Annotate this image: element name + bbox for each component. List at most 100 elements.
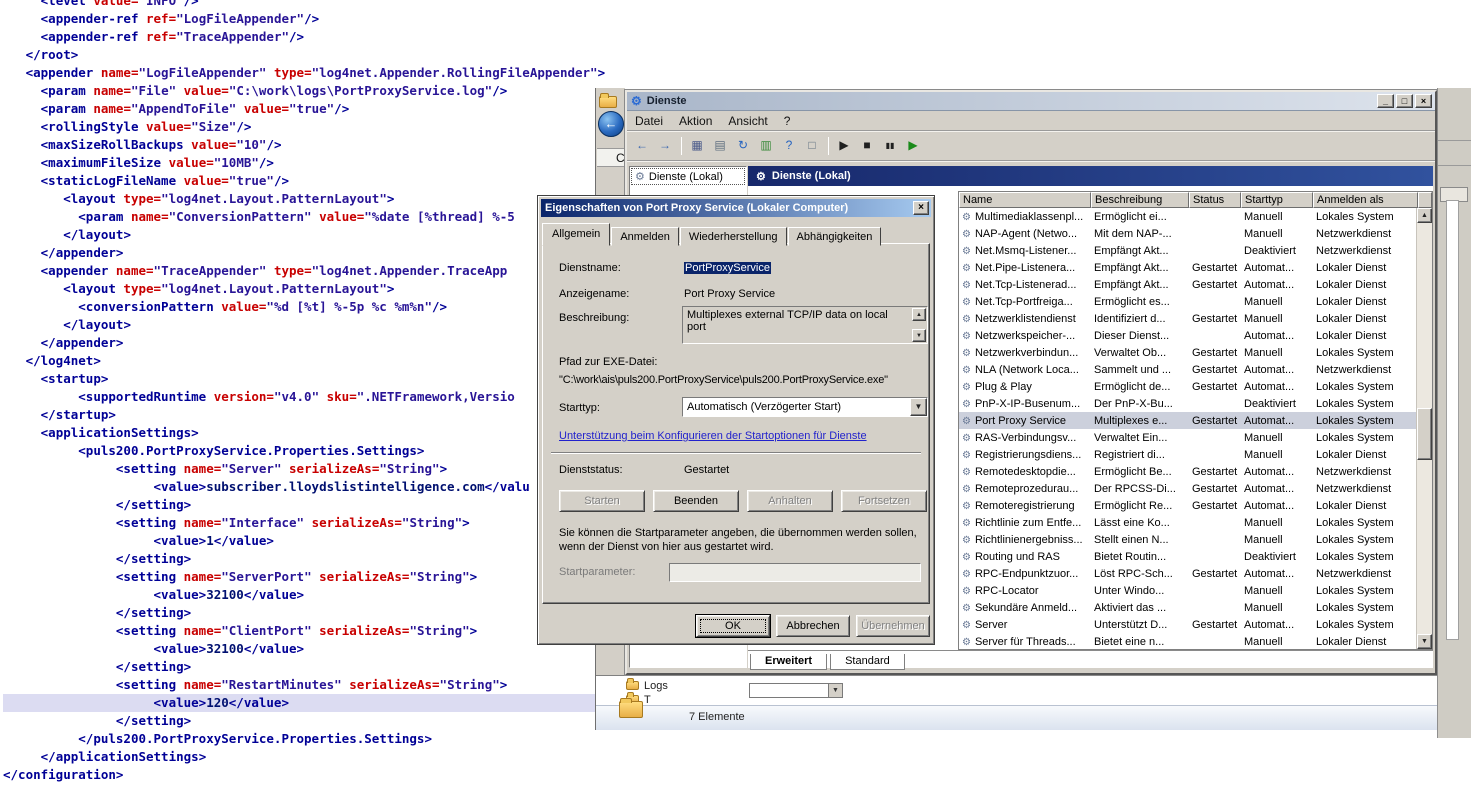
service-row[interactable]: ⚙RemoteregistrierungErmöglicht Re...Gest… [959, 497, 1416, 514]
vertical-scrollbar[interactable]: ▲ ▼ [1416, 208, 1432, 649]
explorer-file-list: ▼ LogsT [596, 675, 1437, 705]
service-cell: Lokaler Dienst [1313, 449, 1416, 461]
export-list-icon[interactable]: ▥ [755, 135, 777, 157]
service-row[interactable]: ⚙NetzwerklistendienstIdentifiziert d...G… [959, 310, 1416, 327]
service-row[interactable]: ⚙NLA (Network Loca...Sammelt und ...Gest… [959, 361, 1416, 378]
service-name: Plug & Play [975, 381, 1032, 393]
close-button[interactable]: × [1415, 94, 1432, 108]
scroll-up-icon[interactable]: ▲ [912, 308, 926, 321]
service-row[interactable]: ⚙Remoteprozedurau...Der RPCSS-Di...Gesta… [959, 480, 1416, 497]
column-header-starttyp[interactable]: Starttyp [1241, 192, 1313, 208]
tab-abhngigkeiten[interactable]: Abhängigkeiten [788, 227, 882, 246]
help-icon[interactable]: ? [778, 135, 800, 157]
tree-item-dienste-lokal[interactable]: ⚙ Dienste (Lokal) [632, 169, 744, 184]
column-header-name[interactable]: Name [959, 192, 1091, 208]
service-row[interactable]: ⚙Netzwerkverbindun...Verwaltet Ob...Gest… [959, 344, 1416, 361]
toolbar-separator [828, 137, 829, 155]
scroll-up-icon[interactable]: ▲ [1417, 208, 1432, 223]
starttyp-select[interactable]: Automatisch (Verzögerter Start) ▼ [682, 397, 928, 417]
menu-item-aktion[interactable]: Aktion [671, 112, 720, 130]
maximize-button[interactable]: □ [1396, 94, 1413, 108]
menu-item-ansicht[interactable]: Ansicht [720, 112, 775, 130]
service-row[interactable]: ⚙Net.Pipe-Listenera...Empfängt Akt...Ges… [959, 259, 1416, 276]
dialog-title-bar[interactable]: Eigenschaften von Port Proxy Service (Lo… [541, 199, 931, 217]
service-row[interactable]: ⚙NAP-Agent (Netwo...Mit dem NAP-...Manue… [959, 225, 1416, 242]
startparameter-input[interactable] [669, 563, 921, 582]
service-cell: Der RPCSS-Di... [1091, 483, 1189, 495]
pause-service-icon[interactable]: ▮▮ [879, 135, 901, 157]
title-bar[interactable]: ⚙ Dienste _□× [627, 92, 1435, 111]
service-cell: Lokales System [1313, 585, 1416, 597]
service-cell: Ermöglicht ei... [1091, 211, 1189, 223]
refresh-icon[interactable]: ↻ [732, 135, 754, 157]
service-row[interactable]: ⚙Netzwerkspeicher-...Dieser Dienst...Aut… [959, 327, 1416, 344]
service-row[interactable]: ⚙Plug & PlayErmöglicht de...GestartetAut… [959, 378, 1416, 395]
stop-service-icon[interactable]: ■ [856, 135, 878, 157]
column-header-status[interactable]: Status [1189, 192, 1241, 208]
service-row[interactable]: ⚙RAS-Verbindungsv...Verwaltet Ein...Manu… [959, 429, 1416, 446]
explorer-dropdown[interactable]: ▼ [749, 683, 843, 698]
service-icon: ⚙ [962, 399, 971, 410]
service-row[interactable]: ⚙Sekundäre Anmeld...Aktiviert das ...Man… [959, 599, 1416, 616]
column-header-anmelden-als[interactable]: Anmelden als [1313, 192, 1418, 208]
service-cell: Netzwerkdienst [1313, 245, 1416, 257]
view-tab-erweitert[interactable]: Erweitert [750, 654, 827, 670]
service-cell: ⚙Multimediaklassenpl... [959, 211, 1091, 223]
service-row[interactable]: ⚙Port Proxy ServiceMultiplexes e...Gesta… [959, 412, 1416, 429]
service-cell: Lokales System [1313, 398, 1416, 410]
scrollbar-thumb[interactable] [1417, 408, 1432, 460]
service-row[interactable]: ⚙RPC-LocatorUnter Windo...ManuellLokales… [959, 582, 1416, 599]
service-row[interactable]: ⚙PnP-X-IP-Busenum...Der PnP-X-Bu...Deakt… [959, 395, 1416, 412]
service-row[interactable]: ⚙Multimediaklassenpl...Ermöglicht ei...M… [959, 208, 1416, 225]
service-cell: Identifiziert d... [1091, 313, 1189, 325]
beschreibung-label: Beschreibung: [559, 312, 629, 324]
service-row[interactable]: ⚙Server für Threads...Bietet eine n...Ma… [959, 633, 1416, 649]
show-console-tree-icon[interactable]: ▦ [686, 135, 708, 157]
beschreibung-box[interactable]: Multiplexes external TCP/IP data on loca… [682, 306, 928, 344]
menu-item-datei[interactable]: Datei [627, 112, 671, 130]
tab-allgemein[interactable]: Allgemein [542, 223, 610, 246]
minimize-button[interactable]: _ [1377, 94, 1394, 108]
chevron-down-icon[interactable]: ▼ [828, 684, 842, 697]
service-row[interactable]: ⚙ServerUnterstützt D...GestartetAutomat.… [959, 616, 1416, 633]
back-icon[interactable]: ← [631, 135, 653, 157]
service-row[interactable]: ⚙RPC-Endpunktzuor...Löst RPC-Sch...Gesta… [959, 565, 1416, 582]
window-edge-panel [1446, 200, 1459, 640]
restart-service-icon[interactable]: ▶ [902, 135, 924, 157]
forward-icon[interactable]: → [654, 135, 676, 157]
service-row[interactable]: ⚙Remotedesktopdie...Ermöglicht Be...Gest… [959, 463, 1416, 480]
scroll-down-icon[interactable]: ▼ [1417, 634, 1432, 649]
tab-wiederherstellung[interactable]: Wiederherstellung [680, 227, 787, 246]
tab-anmelden[interactable]: Anmelden [611, 227, 679, 246]
service-cell: ⚙Net.Tcp-Portfreiga... [959, 296, 1091, 308]
panel-header: ⚙ Dienste (Lokal) [748, 166, 1433, 186]
ok-button[interactable]: OK [696, 615, 770, 637]
service-icon: ⚙ [962, 416, 971, 427]
abbrechen-button[interactable]: Abbrechen [776, 615, 850, 637]
service-cell: Netzwerkdienst [1313, 228, 1416, 240]
service-row[interactable]: ⚙Registrierungsdiens...Registriert di...… [959, 446, 1416, 463]
chevron-down-icon[interactable]: ▼ [910, 398, 927, 416]
service-row[interactable]: ⚙Richtlinie zum Entfe...Lässt eine Ko...… [959, 514, 1416, 531]
menu-item-[interactable]: ? [776, 112, 799, 130]
service-row[interactable]: ⚙Net.Tcp-Portfreiga...Ermöglicht es...Ma… [959, 293, 1416, 310]
close-icon[interactable]: × [913, 201, 929, 215]
service-cell: ⚙Richtlinie zum Entfe... [959, 517, 1091, 529]
view-tab-standard[interactable]: Standard [830, 654, 905, 670]
service-name: Net.Msmq-Listener... [975, 245, 1076, 257]
start-service-icon[interactable]: ▶ [833, 135, 855, 157]
services-icon: ⚙ [756, 170, 766, 183]
startoptions-help-link[interactable]: Unterstützung beim Konfigurieren der Sta… [559, 430, 867, 442]
beenden-button[interactable]: Beenden [653, 490, 739, 512]
column-header-beschreibung[interactable]: Beschreibung [1091, 192, 1189, 208]
back-button[interactable]: ← [598, 111, 624, 137]
new-window-icon[interactable]: □ [801, 135, 823, 157]
properties-icon[interactable]: ▤ [709, 135, 731, 157]
service-row[interactable]: ⚙Net.Tcp-Listenerad...Empfängt Akt...Ges… [959, 276, 1416, 293]
service-row[interactable]: ⚙Net.Msmq-Listener...Empfängt Akt...Deak… [959, 242, 1416, 259]
service-icon: ⚙ [962, 314, 971, 325]
service-row[interactable]: ⚙Richtlinienergebniss...Stellt einen N..… [959, 531, 1416, 548]
scroll-down-icon[interactable]: ▼ [912, 329, 926, 342]
column-header-filler [1418, 192, 1432, 208]
service-row[interactable]: ⚙Routing und RASBietet Routin...Deaktivi… [959, 548, 1416, 565]
